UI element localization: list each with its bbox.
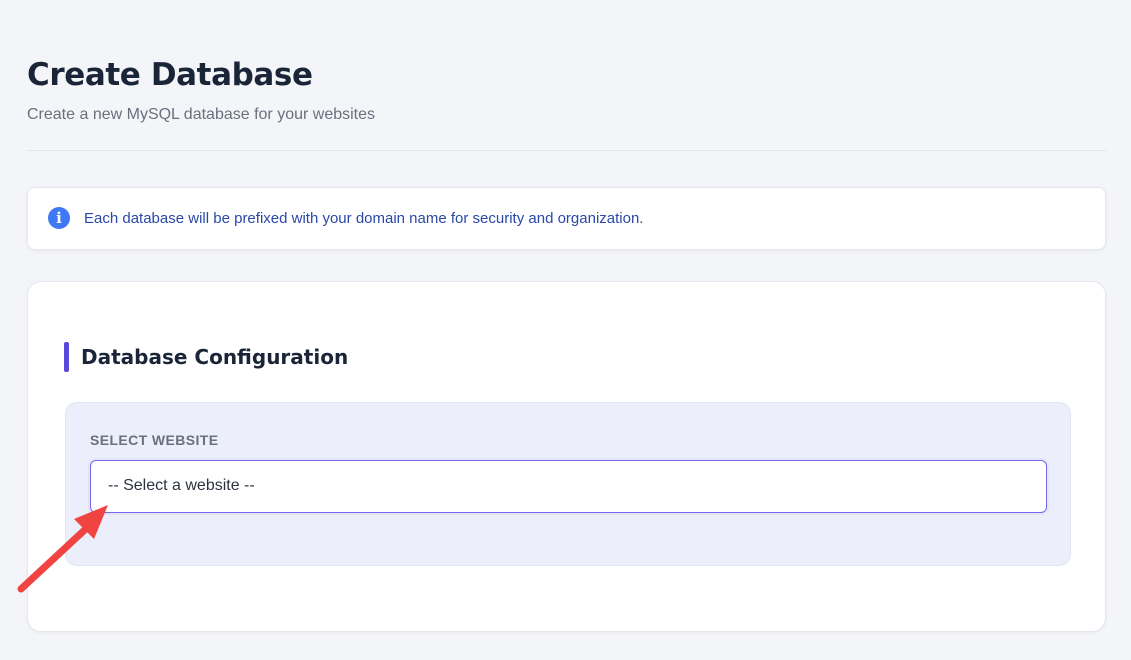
page-header: Create Database Create a new MySQL datab… xyxy=(27,52,1106,129)
page-subtitle: Create a new MySQL database for your web… xyxy=(27,106,376,123)
info-message: Each database will be prefixed with your… xyxy=(84,210,644,227)
page-title: Create Database xyxy=(27,57,313,93)
database-configuration-card: Database Configuration SELECT WEBSITE --… xyxy=(27,281,1106,632)
red-arrow-icon xyxy=(17,505,108,593)
header-divider xyxy=(27,150,1106,151)
info-icon: i xyxy=(48,207,70,229)
website-selection-panel: SELECT WEBSITE -- Select a website -- xyxy=(65,402,1071,566)
section-accent-bar xyxy=(64,342,69,372)
select-website-label: SELECT WEBSITE xyxy=(90,432,219,448)
info-banner: i Each database will be prefixed with yo… xyxy=(27,187,1106,250)
arrow-shaft xyxy=(17,521,94,593)
section-title: Database Configuration xyxy=(81,345,349,369)
website-select[interactable]: -- Select a website -- xyxy=(90,460,1047,513)
